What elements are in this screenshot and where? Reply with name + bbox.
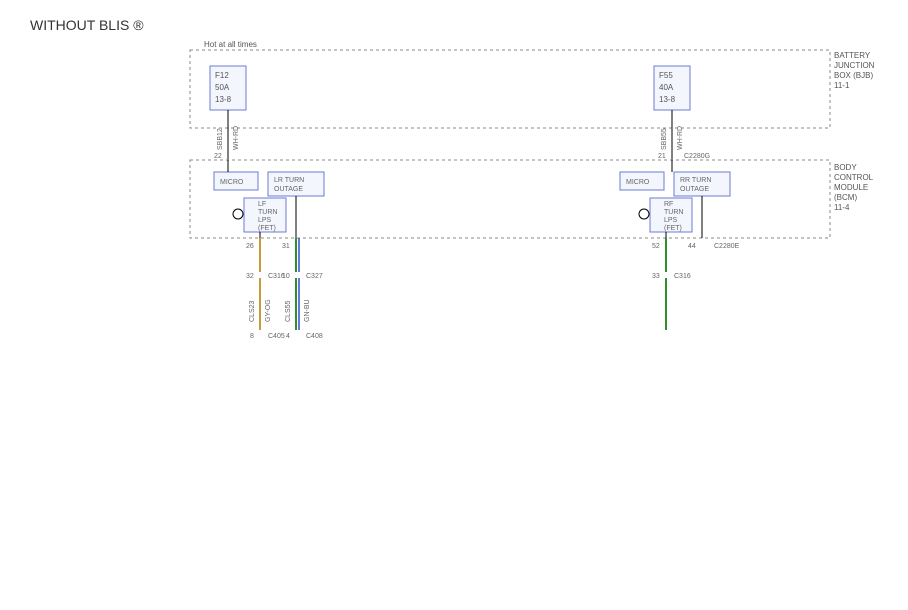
lbl-c316b: C316 <box>674 273 691 280</box>
v2b: WH-RD <box>677 126 684 150</box>
v2a: SBB55 <box>661 128 668 150</box>
p32: 32 <box>246 273 254 280</box>
lf-l3: LPS <box>258 217 272 224</box>
conn2: C2280E <box>714 243 740 250</box>
f55-l2: 40A <box>659 83 674 92</box>
f55-l1: F55 <box>659 71 673 80</box>
v31a: CLS55 <box>285 300 292 322</box>
p33: 33 <box>652 273 660 280</box>
f12-l1: F12 <box>215 71 229 80</box>
rro-l1: RR TURN <box>680 177 711 184</box>
bcm-l3: MODULE <box>834 183 868 192</box>
micro2-lbl: MICRO <box>626 179 650 186</box>
p21: 21 <box>658 153 666 160</box>
rf-l2: TURN <box>664 209 683 216</box>
diagram-title: WITHOUT BLIS ® <box>30 17 144 33</box>
p8: 8 <box>250 333 254 340</box>
rf-l1: RF <box>664 201 673 208</box>
lf-l1: LF <box>258 201 266 208</box>
p26: 26 <box>246 243 254 250</box>
p52: 52 <box>652 243 660 250</box>
lbl-c405: C405 <box>268 333 285 340</box>
rf-sym <box>639 209 649 219</box>
p31: 31 <box>282 243 290 250</box>
bcm-l1: BODY <box>834 163 857 172</box>
f55-l3: 13-8 <box>659 95 676 104</box>
p4: 4 <box>286 333 290 340</box>
wiring-diagram: WITHOUT BLIS ® Hot at all times BATTERY … <box>0 0 908 610</box>
lro-l2: OUTAGE <box>274 186 303 193</box>
p10: 10 <box>282 273 290 280</box>
conn1: C2280G <box>684 153 710 160</box>
bcm-l2: CONTROL <box>834 173 874 182</box>
lbl-c327: C327 <box>306 273 323 280</box>
lf-sym <box>233 209 243 219</box>
lro-l1: LR TURN <box>274 177 304 184</box>
lf-l4: (FET) <box>258 225 276 232</box>
lbl-c408: C408 <box>306 333 323 340</box>
lf-l2: TURN <box>258 209 277 216</box>
bcm-l4: (BCM) <box>834 193 857 202</box>
f12-l3: 13-8 <box>215 95 232 104</box>
micro1-lbl: MICRO <box>220 179 244 186</box>
bjb-l4: 11-1 <box>834 81 850 90</box>
v26a: CLS23 <box>249 300 256 322</box>
bcm-l5: 11-4 <box>834 203 850 212</box>
rf-l3: LPS <box>664 217 678 224</box>
bjb-l1: BATTERY <box>834 51 871 60</box>
bjb-l3: BOX (BJB) <box>834 71 873 80</box>
v1b: WH-RD <box>233 126 240 150</box>
bjb-outline <box>190 50 830 128</box>
v31b: GN-BU <box>304 299 311 322</box>
rro-l2: OUTAGE <box>680 186 709 193</box>
p22: 22 <box>214 153 222 160</box>
v26b: GY-OG <box>265 299 272 322</box>
p44: 44 <box>688 243 696 250</box>
rf-l4: (FET) <box>664 225 682 232</box>
f12-l2: 50A <box>215 83 230 92</box>
v1a: SBB12 <box>217 128 224 150</box>
bjb-l2: JUNCTION <box>834 61 875 70</box>
hot-label: Hot at all times <box>204 40 257 49</box>
